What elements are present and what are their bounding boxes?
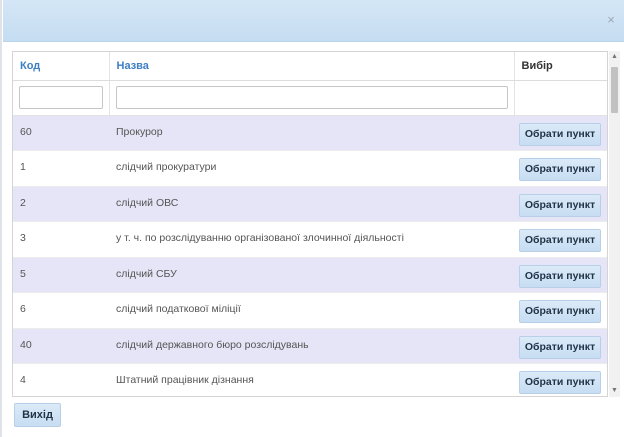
select-item-button[interactable]: Обрати пункт	[519, 264, 601, 288]
background-page-edge	[0, 0, 2, 437]
name-filter-input[interactable]	[115, 86, 508, 109]
cell-name: слідчий ОВС	[109, 186, 514, 222]
cell-code: 3	[13, 221, 109, 258]
exit-button[interactable]: Вихід	[14, 403, 61, 427]
table-row: 2 слідчий ОВС Обрати пункт	[13, 186, 607, 222]
scroll-down-arrow-icon[interactable]: ▼	[609, 385, 620, 397]
select-item-button[interactable]: Обрати пункт	[519, 229, 601, 252]
code-filter-input[interactable]	[19, 86, 103, 109]
cell-code: 5	[13, 257, 109, 293]
select-item-button[interactable]: Обрати пункт	[519, 371, 601, 394]
table-header-row: Код Назва Вибір	[13, 52, 607, 81]
items-table: Код Назва Вибір 60 Прокурор Обрати пункт	[13, 52, 607, 396]
table-row: 4 Штатний працівник дізнання Обрати пунк…	[13, 363, 607, 396]
select-item-button[interactable]: Обрати пункт	[519, 122, 601, 146]
cell-code: 4	[13, 363, 109, 396]
table-row: 1 слідчий прокуратури Обрати пункт	[13, 150, 607, 187]
cell-name: слідчий СБУ	[109, 257, 514, 293]
select-item-button[interactable]: Обрати пункт	[519, 335, 601, 359]
select-item-button[interactable]: Обрати пункт	[519, 300, 601, 323]
cell-code: 2	[13, 186, 109, 222]
cell-code: 6	[13, 292, 109, 329]
items-table-container: Код Назва Вибір 60 Прокурор Обрати пункт	[12, 51, 608, 397]
cell-name: слідчий прокуратури	[109, 150, 514, 187]
dialog-titlebar: ×	[3, 0, 624, 42]
column-header-name[interactable]: Назва	[109, 52, 515, 81]
select-dialog: × Код Назва Вибір 60 Прокурор Обрати пун…	[3, 0, 624, 437]
cell-code: 40	[13, 328, 109, 364]
scroll-up-arrow-icon[interactable]: ▲	[609, 51, 620, 63]
filter-row	[13, 80, 607, 116]
cell-name: слідчий державного бюро розслідувань	[109, 328, 514, 364]
cell-name: слідчий податкової міліції	[109, 292, 514, 329]
cell-name: Прокурор	[109, 115, 514, 151]
column-header-choice: Вибір	[514, 52, 607, 81]
table-row: 5 слідчий СБУ Обрати пункт	[13, 257, 607, 293]
scrollbar-thumb[interactable]	[611, 67, 618, 113]
column-header-code[interactable]: Код	[13, 52, 110, 81]
table-row: 60 Прокурор Обрати пункт	[13, 115, 607, 151]
table-row: 6 слідчий податкової міліції Обрати пунк…	[13, 292, 607, 329]
select-item-button[interactable]: Обрати пункт	[519, 193, 601, 217]
cell-name: Штатний працівник дізнання	[109, 363, 514, 396]
table-row: 3 у т. ч. по розслідуванню організованої…	[13, 221, 607, 258]
cell-name: у т. ч. по розслідуванню організованої з…	[109, 221, 514, 258]
close-icon[interactable]: ×	[604, 12, 618, 28]
table-row: 40 слідчий державного бюро розслідувань …	[13, 328, 607, 364]
cell-code: 1	[13, 150, 109, 187]
cell-code: 60	[13, 115, 109, 151]
select-item-button[interactable]: Обрати пункт	[519, 158, 601, 181]
vertical-scrollbar[interactable]: ▲ ▼	[609, 51, 620, 397]
